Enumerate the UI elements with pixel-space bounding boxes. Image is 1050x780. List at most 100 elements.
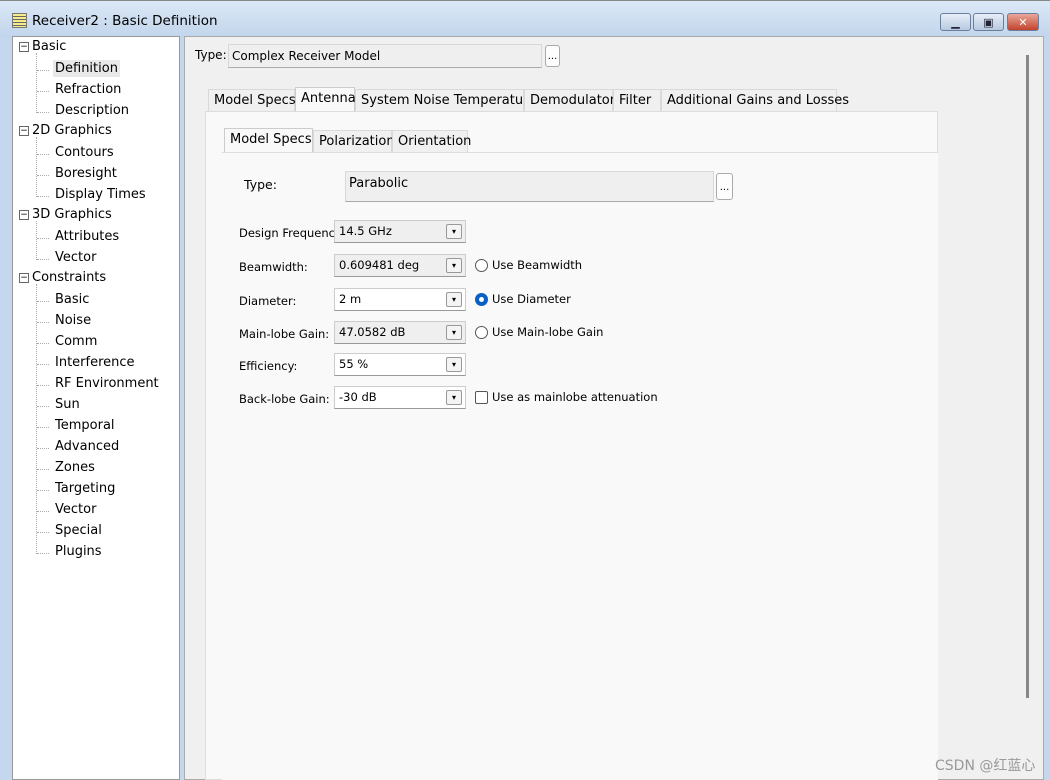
app-icon <box>12 13 27 28</box>
tree-connector <box>37 343 49 344</box>
type-browse-button[interactable]: ... <box>545 45 560 67</box>
main-lobe-gain-option[interactable]: Use Main-lobe Gain <box>475 325 603 339</box>
tree-item-display-times[interactable]: Display Times <box>53 186 148 203</box>
tree-connector <box>37 70 49 71</box>
tree-group-label: Constraints <box>32 270 107 285</box>
tree-connector <box>37 553 49 554</box>
unit-menu-icon[interactable]: ▾ <box>446 357 462 372</box>
subtab-model-specs[interactable]: Model Specs <box>224 128 313 152</box>
diameter-value: 2 m <box>339 292 362 306</box>
tree-item-temporal[interactable]: Temporal <box>53 417 117 434</box>
tree-connector <box>37 238 49 239</box>
tab-antenna[interactable]: Antenna <box>295 87 356 111</box>
tree-group-basic[interactable]: − Basic <box>19 39 66 54</box>
close-button[interactable]: ✕ <box>1007 13 1039 31</box>
tree-connector <box>37 385 49 386</box>
tree-group-label: Basic <box>32 39 67 54</box>
type-label: Type: <box>195 48 227 62</box>
tree-connector <box>37 490 49 491</box>
tree-group-constraints[interactable]: − Constraints <box>19 270 106 285</box>
tree-item-basic[interactable]: Basic <box>53 291 91 308</box>
tree-item-zones[interactable]: Zones <box>53 459 97 476</box>
tree-connector <box>37 364 49 365</box>
main-lobe-gain-value: 47.0582 dB <box>339 325 406 339</box>
tree-group-label: 2D Graphics <box>32 123 112 138</box>
tab-filter[interactable]: Filter <box>613 89 661 111</box>
unit-menu-icon[interactable]: ▾ <box>446 390 462 405</box>
tree-item-contours[interactable]: Contours <box>53 144 116 161</box>
back-lobe-gain-option[interactable]: Use as mainlobe attenuation <box>475 390 658 404</box>
unit-menu-icon[interactable]: ▾ <box>446 258 462 273</box>
radio-icon[interactable] <box>475 325 488 339</box>
tab-additional-gains-and-losses[interactable]: Additional Gains and Losses <box>661 89 849 111</box>
tab-demodulator[interactable]: Demodulator <box>524 89 615 111</box>
tree-item-vector[interactable]: Vector <box>53 249 98 266</box>
subtab-page <box>222 152 938 780</box>
tree-connector <box>37 511 49 512</box>
unit-menu-icon[interactable]: ▾ <box>446 224 462 239</box>
option-label: Use as mainlobe attenuation <box>492 390 658 404</box>
radio-icon[interactable] <box>475 292 488 306</box>
efficiency-field[interactable]: 55 % ▾ <box>334 353 466 376</box>
tree-connector <box>36 221 37 260</box>
tab-model-specs[interactable]: Model Specs <box>208 89 296 111</box>
unit-menu-icon[interactable]: ▾ <box>446 325 462 340</box>
back-lobe-gain-value: -30 dB <box>339 390 377 404</box>
tree-item-definition[interactable]: Definition <box>53 60 120 77</box>
tree-item-description[interactable]: Description <box>53 102 131 119</box>
tree-item-plugins[interactable]: Plugins <box>53 543 104 560</box>
beamwidth-label: Beamwidth: <box>239 260 308 274</box>
unit-menu-icon[interactable]: ▾ <box>446 292 462 307</box>
diameter-field[interactable]: 2 m ▾ <box>334 288 466 311</box>
beamwidth-field[interactable]: 0.609481 deg ▾ <box>334 254 466 277</box>
antenna-type-field: Parabolic <box>345 171 714 202</box>
collapse-icon[interactable]: − <box>19 41 29 52</box>
watermark: CSDN @红蓝心 <box>935 758 1036 774</box>
option-label: Use Diameter <box>492 292 571 306</box>
tree-item-refraction[interactable]: Refraction <box>53 81 123 98</box>
tree-item-comm[interactable]: Comm <box>53 333 99 350</box>
beamwidth-option[interactable]: Use Beamwidth <box>475 258 582 272</box>
tree-connector <box>36 284 37 554</box>
main-lobe-gain-field[interactable]: 47.0582 dB ▾ <box>334 321 466 344</box>
tree-item-targeting[interactable]: Targeting <box>53 480 117 497</box>
maximize-button[interactable]: ▣ <box>973 13 1004 31</box>
beamwidth-value: 0.609481 deg <box>339 258 420 272</box>
design-frequency-value: 14.5 GHz <box>339 224 392 238</box>
tree-group-label: 3D Graphics <box>32 207 112 222</box>
tree-item-sun[interactable]: Sun <box>53 396 82 413</box>
tree-item-vector[interactable]: Vector <box>53 501 98 518</box>
subtab-polarization[interactable]: Polarization <box>313 130 395 152</box>
tree-item-advanced[interactable]: Advanced <box>53 438 121 455</box>
tab-system-noise-temperature[interactable]: System Noise Temperature <box>355 89 536 111</box>
back-lobe-gain-field[interactable]: -30 dB ▾ <box>334 386 466 409</box>
minimize-button[interactable]: ▁ <box>940 13 971 31</box>
antenna-type-label: Type: <box>244 177 277 192</box>
collapse-icon[interactable]: − <box>19 209 29 220</box>
tree-item-boresight[interactable]: Boresight <box>53 165 119 182</box>
vertical-scrollbar[interactable] <box>1026 55 1029 698</box>
tree-connector <box>37 301 49 302</box>
diameter-option[interactable]: Use Diameter <box>475 292 571 306</box>
tree-connector <box>37 322 49 323</box>
tree-item-attributes[interactable]: Attributes <box>53 228 121 245</box>
tree-group-2d-graphics[interactable]: −2D Graphics <box>19 123 112 138</box>
radio-icon[interactable] <box>475 258 488 272</box>
tree-connector <box>37 91 49 92</box>
design-frequency-field[interactable]: 14.5 GHz ▾ <box>334 220 466 243</box>
tree-item-rf-environment[interactable]: RF Environment <box>53 375 161 392</box>
main-lobe-gain-label: Main-lobe Gain: <box>239 327 330 341</box>
tree-item-noise[interactable]: Noise <box>53 312 93 329</box>
tree-item-interference[interactable]: Interference <box>53 354 137 371</box>
collapse-icon[interactable]: − <box>19 125 29 136</box>
collapse-icon[interactable]: − <box>19 272 29 283</box>
tree-item-special[interactable]: Special <box>53 522 104 539</box>
checkbox-icon[interactable] <box>475 390 488 404</box>
diameter-label: Diameter: <box>239 294 297 308</box>
tree-connector <box>37 112 49 113</box>
tree-group-3d-graphics[interactable]: −3D Graphics <box>19 207 112 222</box>
subtab-orientation[interactable]: Orientation <box>392 130 471 152</box>
efficiency-value: 55 % <box>339 357 369 371</box>
tree-connector <box>37 427 49 428</box>
antenna-type-browse-button[interactable]: ... <box>716 173 733 200</box>
